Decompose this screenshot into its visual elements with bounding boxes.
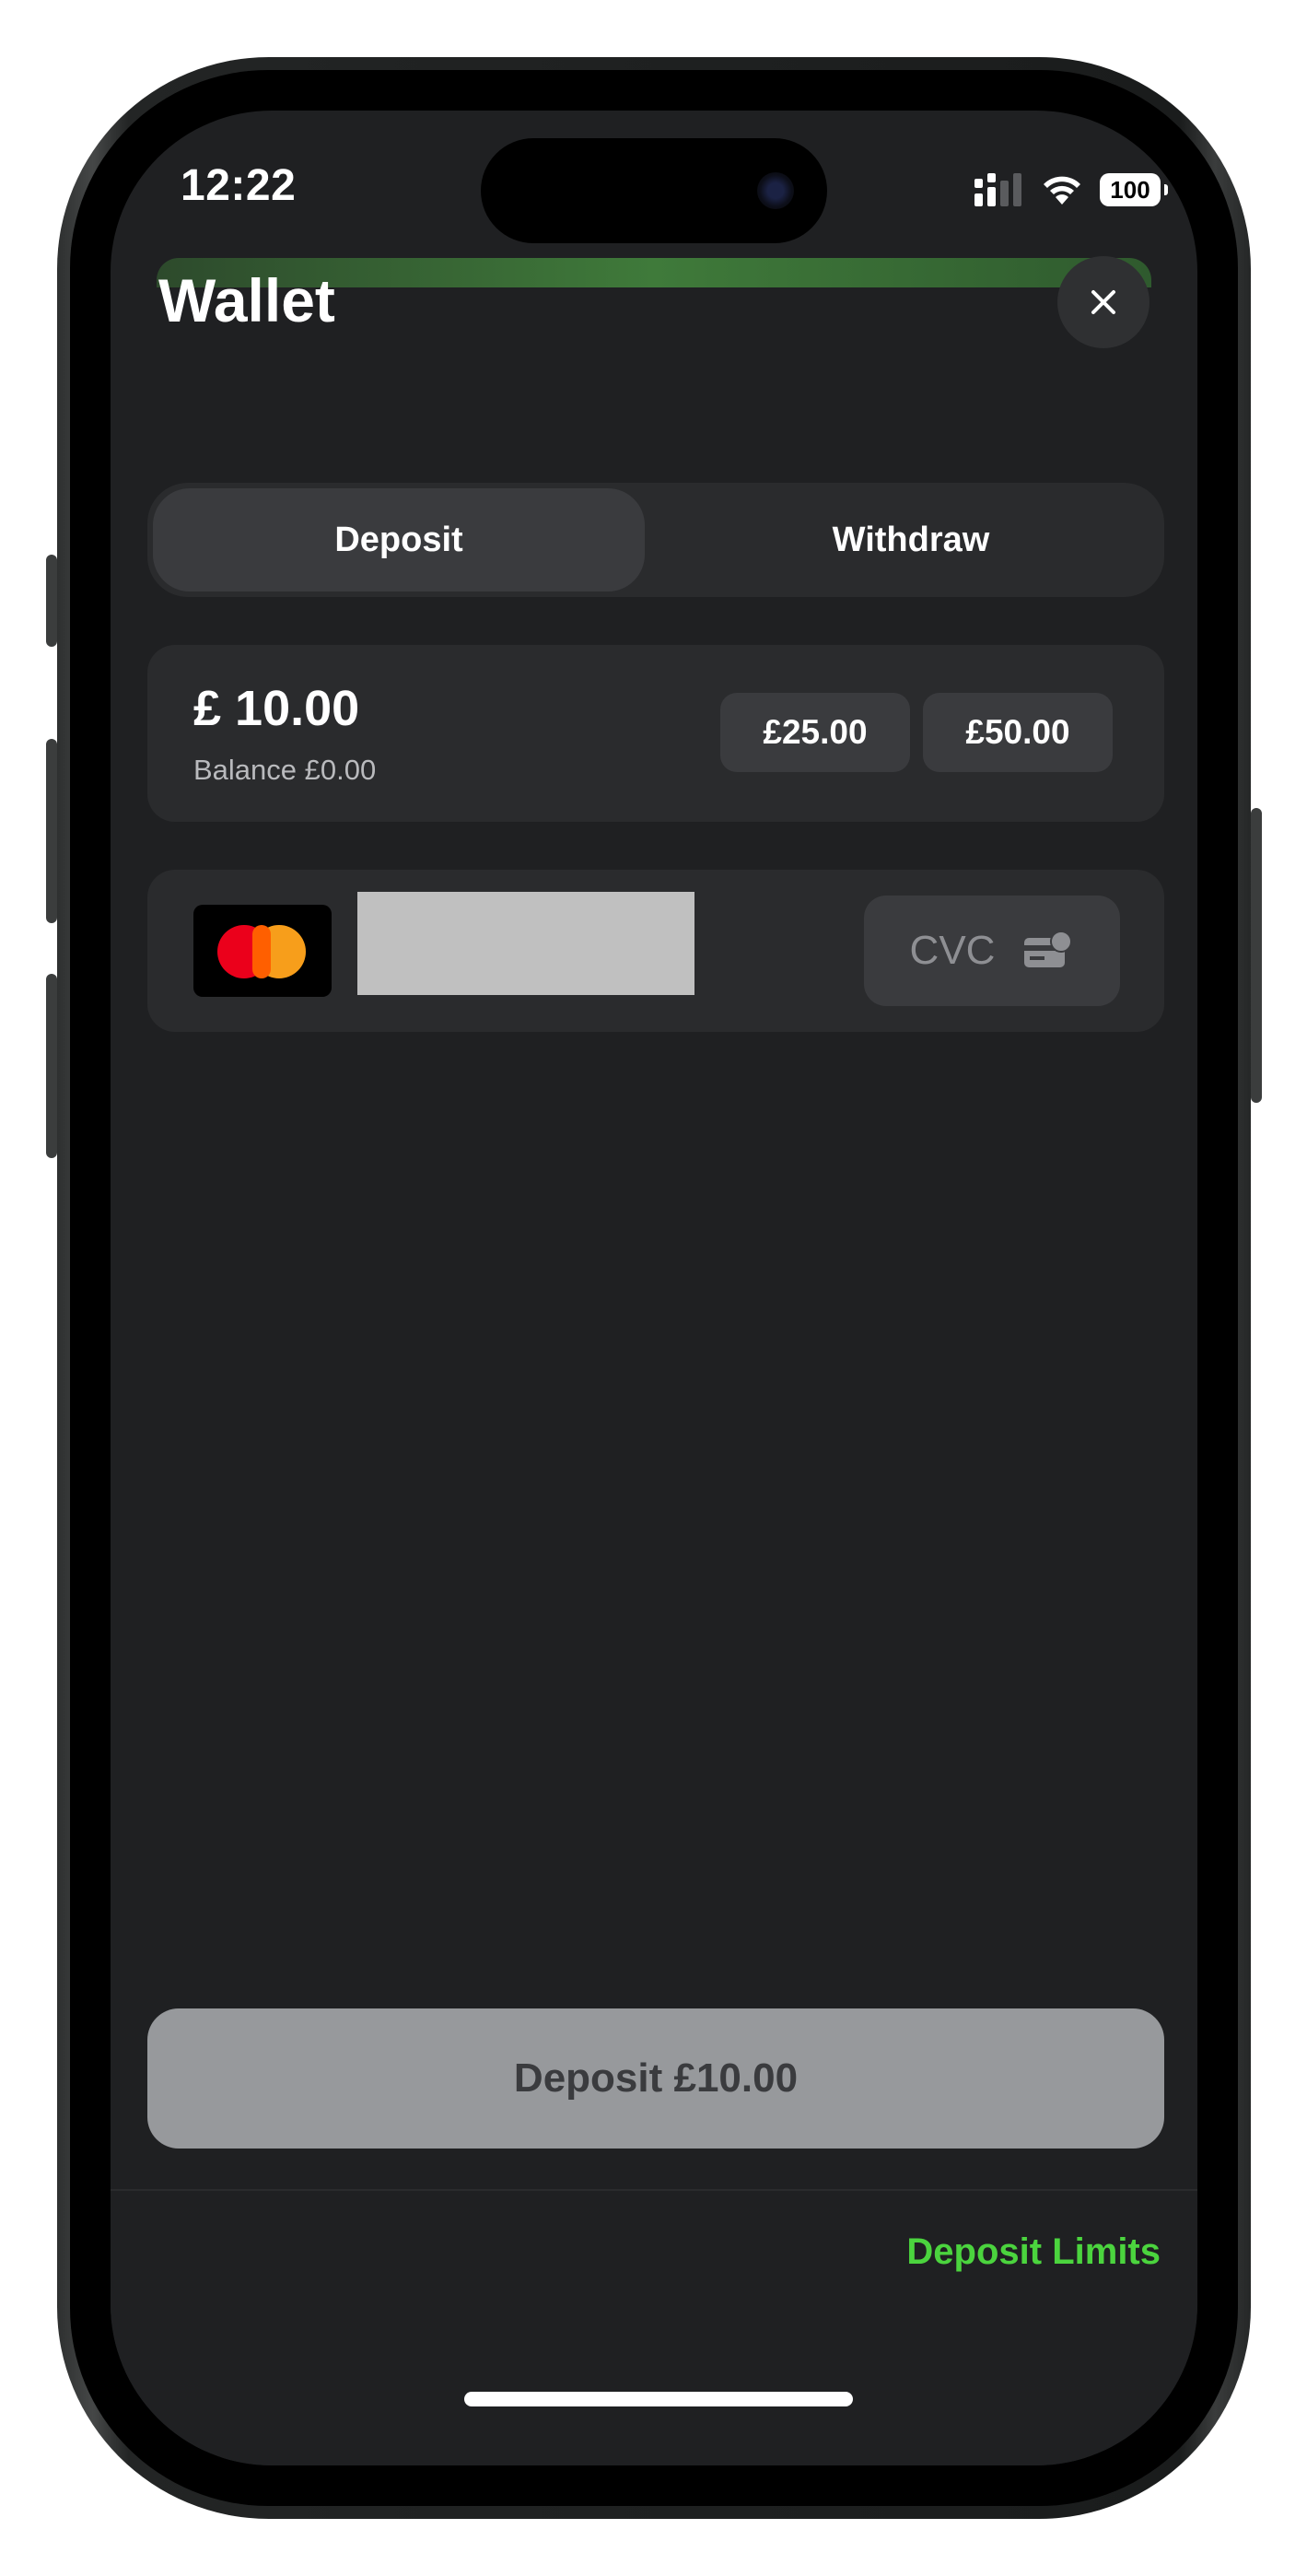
- balance-text: Balance £0.00: [193, 754, 377, 786]
- dynamic-island: [481, 138, 827, 243]
- close-button[interactable]: [1057, 256, 1149, 348]
- preset-amount-button[interactable]: £25.00: [720, 693, 910, 772]
- power-button: [1251, 808, 1262, 1103]
- wifi-icon: [1044, 176, 1080, 205]
- card-cvc-icon: [1024, 931, 1073, 967]
- card-entry: CVC: [147, 870, 1164, 1032]
- tab-deposit[interactable]: Deposit: [153, 488, 645, 591]
- home-indicator[interactable]: [464, 2392, 853, 2406]
- wallet-sheet: Wallet Deposit Withdraw £ 10.00 Balance …: [111, 256, 1197, 2465]
- amount-input[interactable]: £ 10.00: [193, 680, 359, 737]
- deposit-withdraw-toggle: Deposit Withdraw: [147, 483, 1164, 597]
- tab-withdraw[interactable]: Withdraw: [663, 488, 1159, 591]
- preset-amount-button[interactable]: £50.00: [923, 693, 1113, 772]
- status-icons: 100: [974, 173, 1168, 206]
- card-number-field[interactable]: [357, 892, 694, 995]
- footer-divider: [111, 2189, 1197, 2191]
- screen: 12:22 100 Wallet Deposit Withdraw £ 10.0…: [111, 111, 1197, 2465]
- amount-card: £ 10.00 Balance £0.00 £25.00 £50.00: [147, 645, 1164, 822]
- page-title: Wallet: [158, 266, 335, 334]
- close-icon: [1091, 290, 1115, 314]
- action-button: [46, 555, 57, 647]
- volume-down-button: [46, 974, 57, 1158]
- cvc-placeholder: CVC: [909, 928, 996, 973]
- camera-icon: [757, 172, 794, 209]
- cvc-field[interactable]: CVC: [864, 896, 1120, 1006]
- deposit-limits-link[interactable]: Deposit Limits: [906, 2231, 1161, 2273]
- status-time: 12:22: [181, 161, 297, 210]
- mastercard-icon: [193, 905, 332, 997]
- volume-up-button: [46, 739, 57, 923]
- battery-icon: 100: [1100, 173, 1168, 206]
- mastercard-overlap: [252, 925, 271, 978]
- deposit-button[interactable]: Deposit £10.00: [147, 2008, 1164, 2149]
- cellular-signal-icon: [974, 173, 1021, 206]
